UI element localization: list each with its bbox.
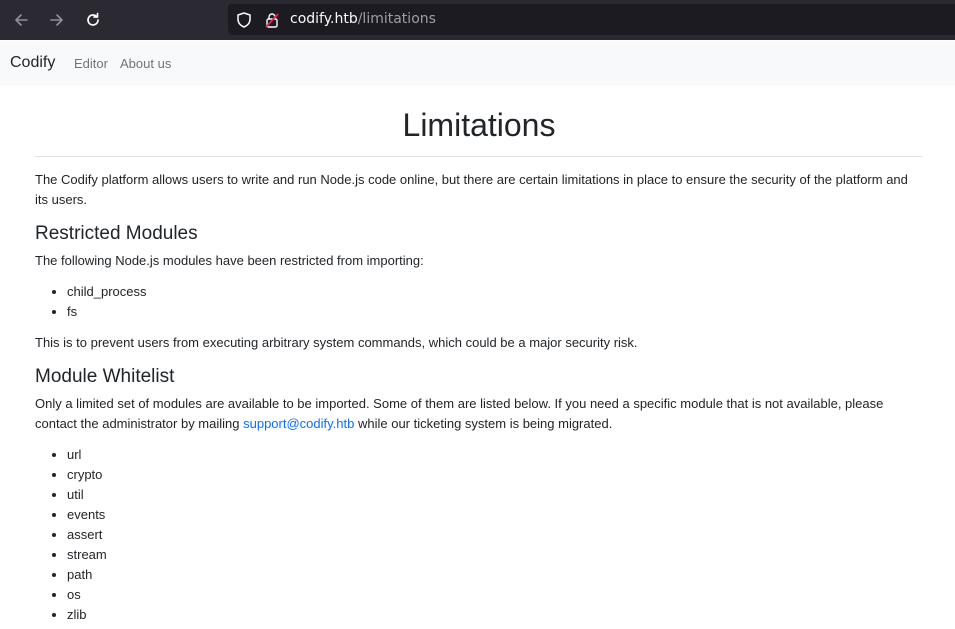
list-item: os [67,585,923,605]
list-item: util [67,485,923,505]
reload-button[interactable] [81,8,105,32]
list-item: url [67,445,923,465]
nav-link-about-us[interactable]: About us [120,56,171,71]
list-item: crypto [67,465,923,485]
insecure-lock-icon[interactable] [263,11,281,29]
restricted-modules-text: The following Node.js modules have been … [35,253,424,268]
restricted-modules-note: This is to prevent users from executing … [35,334,638,350]
support-email-link[interactable]: support@codify.htb [243,416,354,431]
module-whitelist-heading: Module Whitelist [35,366,175,387]
reload-icon [87,12,99,26]
nav-link-editor[interactable]: Editor [74,56,108,71]
list-item: zlib [67,605,923,625]
page-title: Limitations [402,107,556,143]
list-item: stream [67,545,923,565]
url-host: codify.htb [290,11,358,27]
list-item: events [67,505,923,525]
list-item: fs [67,302,923,322]
address-bar[interactable]: codify.htb/limitations [228,4,955,35]
module-whitelist-list: url crypto util events assert stream pat… [35,445,923,625]
forward-button[interactable] [45,8,69,32]
site-navbar: Codify Editor About us [0,41,955,86]
intro-paragraph: The Codify platform allows users to writ… [35,172,908,207]
arrow-left-icon [15,14,28,26]
list-item: path [67,565,923,585]
arrow-right-icon [50,14,63,26]
restricted-modules-heading: Restricted Modules [35,223,198,244]
url-path: /limitations [357,11,436,27]
whitelist-text-after: while our ticketing system is being migr… [354,415,613,431]
back-button[interactable] [9,8,33,32]
list-item: assert [67,525,923,545]
module-whitelist-text: Only a limited set of modules are availa… [35,394,923,433]
list-item: child_process [67,282,923,302]
restricted-modules-list: child_process fs [35,282,923,322]
brand-link[interactable]: Codify [10,54,55,72]
title-divider [35,156,923,157]
browser-toolbar: codify.htb/limitations [0,0,955,40]
url-text[interactable]: codify.htb/limitations [290,11,436,27]
main-content: Limitations The Codify platform allows u… [35,86,923,625]
shield-icon[interactable] [235,11,253,29]
